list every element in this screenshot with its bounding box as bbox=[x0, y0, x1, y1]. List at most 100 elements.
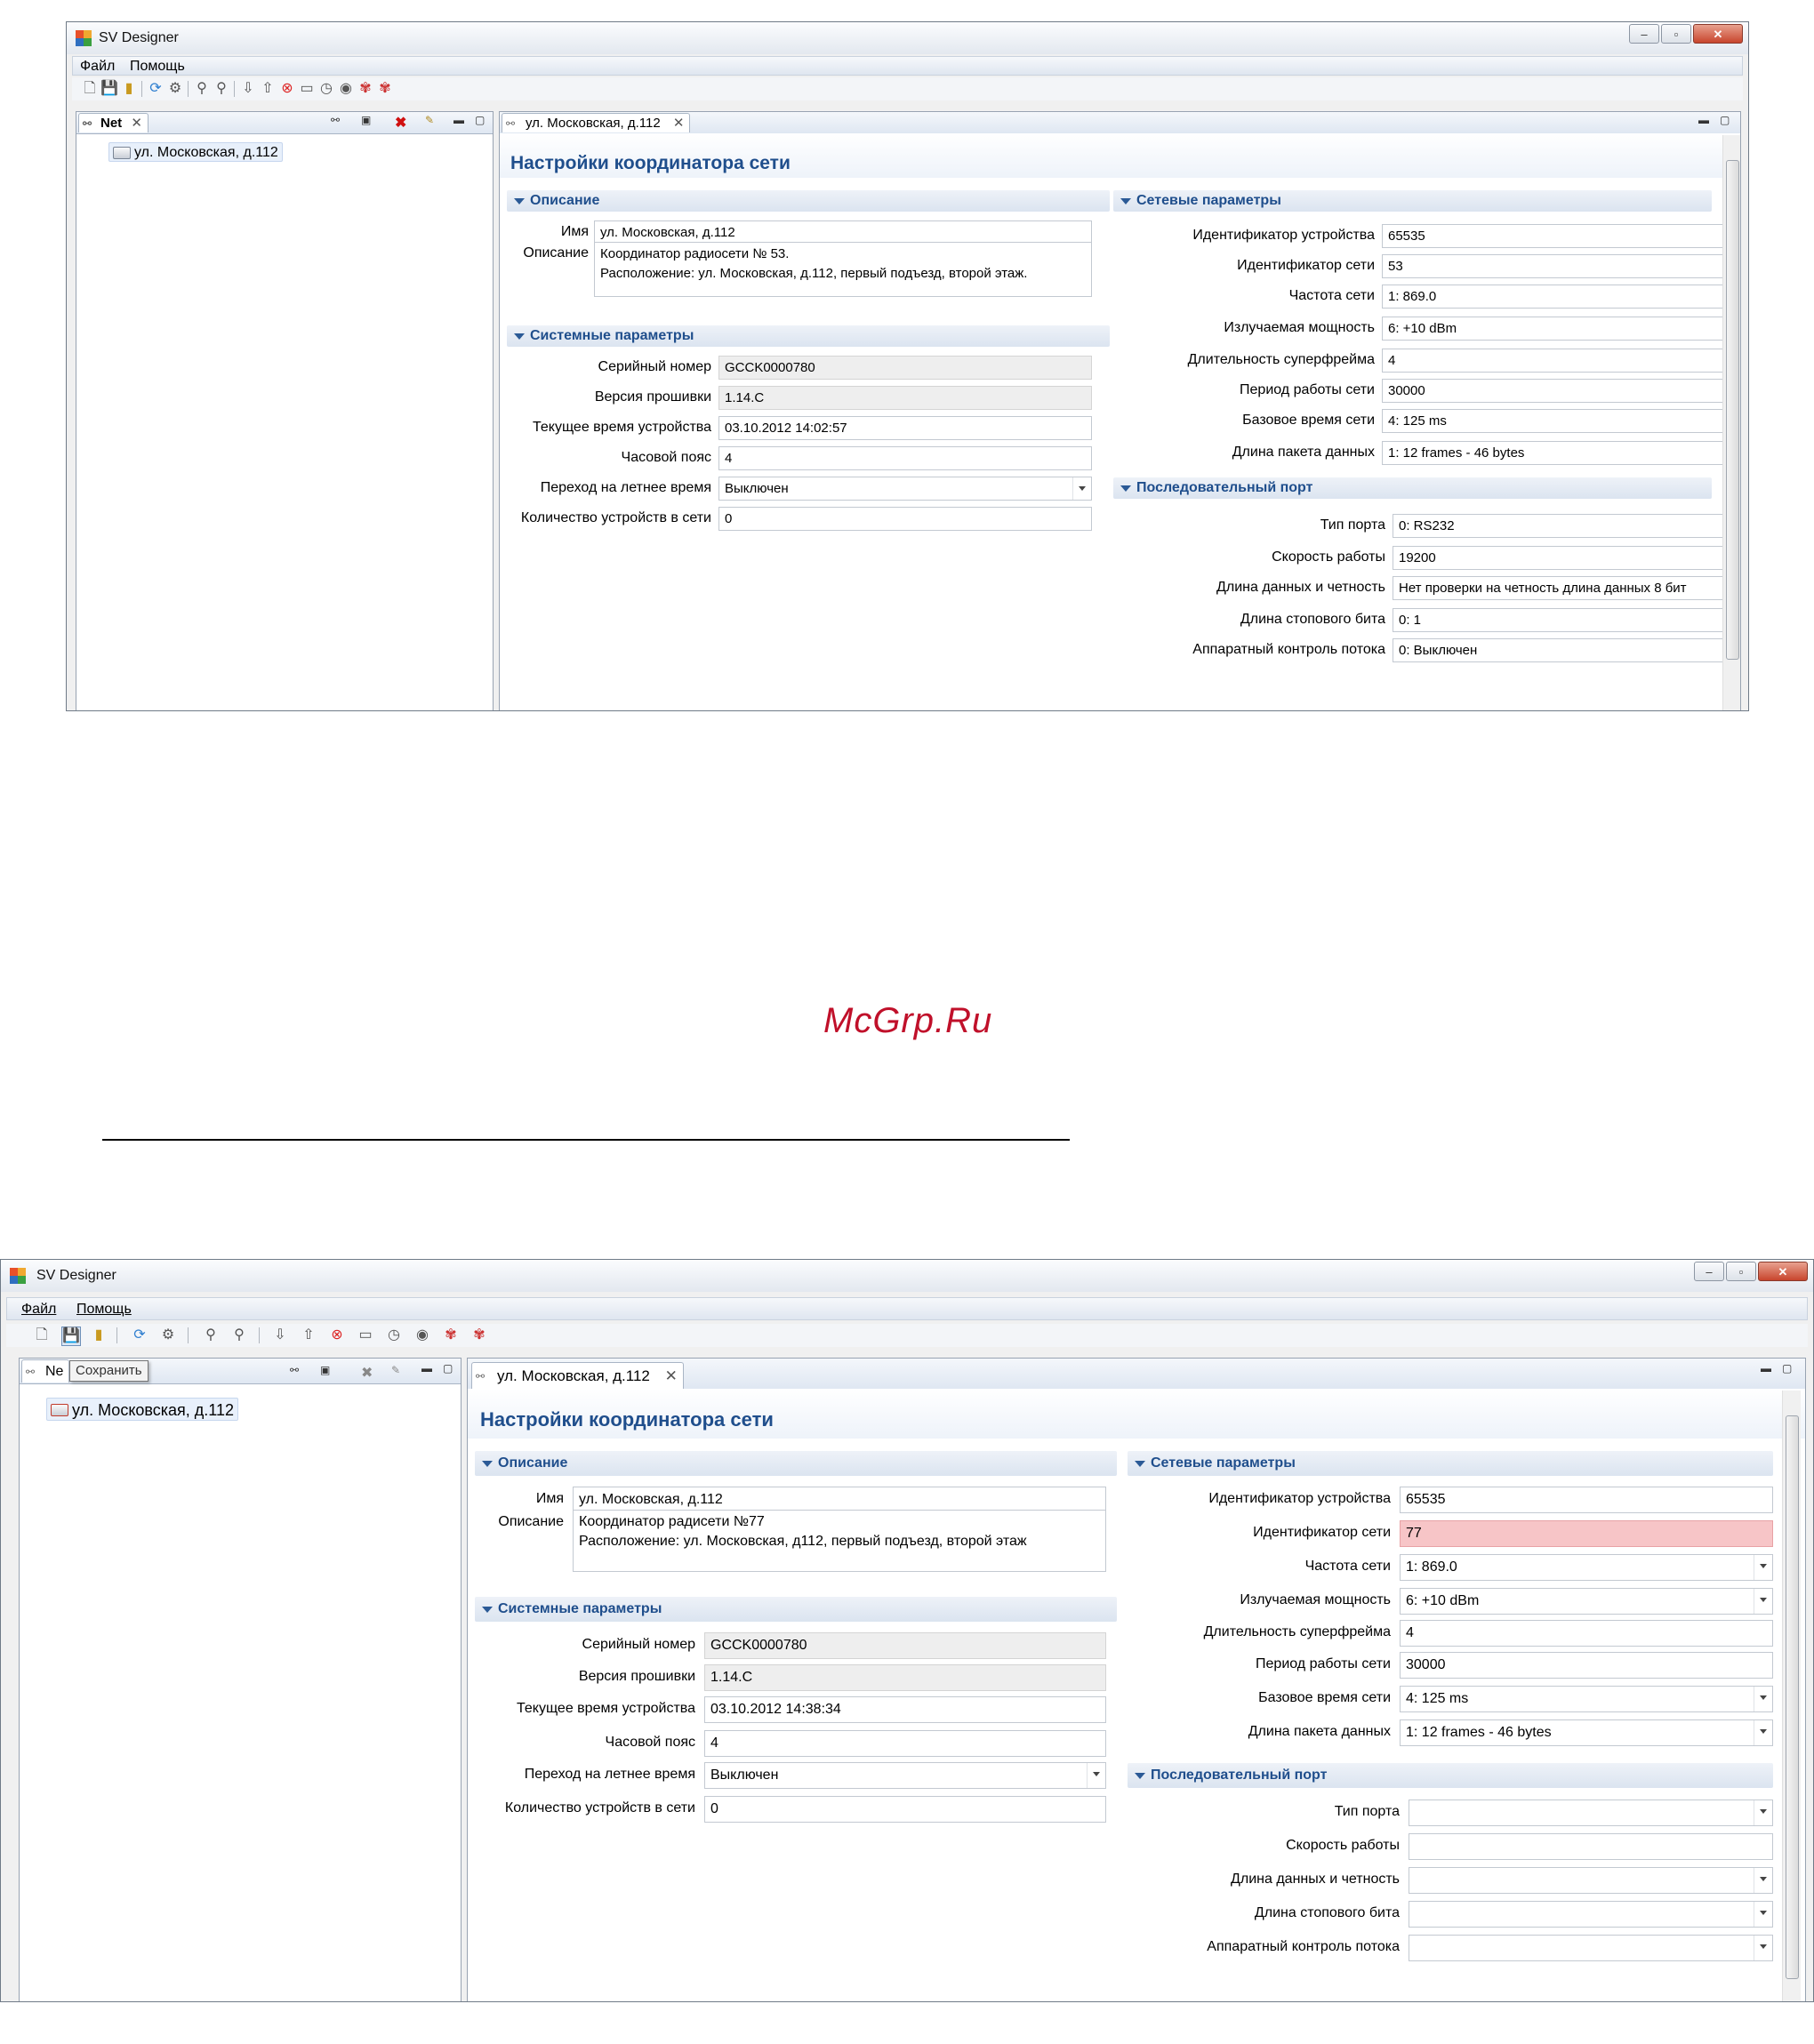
add-node-icon[interactable]: ⚯ bbox=[290, 1364, 299, 1376]
ser_rows-combo-2[interactable] bbox=[1409, 1867, 1773, 1894]
open-icon[interactable]: ▮ bbox=[120, 80, 138, 98]
net_rows-field-1[interactable]: 77 bbox=[1400, 1520, 1773, 1547]
minimize-button[interactable]: – bbox=[1694, 1262, 1724, 1281]
section-description[interactable]: Описание bbox=[507, 190, 1110, 212]
settings-icon[interactable]: ⚙ bbox=[159, 1327, 177, 1344]
time-icon[interactable]: ◷ bbox=[317, 80, 335, 98]
scroll-thumb[interactable] bbox=[1726, 160, 1739, 660]
sys_rows-field-5[interactable]: 0 bbox=[704, 1796, 1106, 1823]
ser_rows-combo-3[interactable]: 0: 1 bbox=[1393, 608, 1740, 632]
tab-close-icon[interactable]: ✕ bbox=[673, 116, 685, 131]
radio-alt-icon[interactable]: ✾ bbox=[376, 80, 394, 98]
menu-file[interactable]: Файл bbox=[21, 1302, 56, 1318]
net_rows-field-5[interactable]: 30000 bbox=[1400, 1652, 1773, 1679]
sys_rows-field-3[interactable]: 4 bbox=[718, 446, 1092, 470]
vertical-scrollbar[interactable] bbox=[1722, 135, 1740, 710]
desc_rows-field-1[interactable]: Координатор радисети №77 Расположение: у… bbox=[573, 1510, 1106, 1572]
edit-icon[interactable]: ✎ bbox=[391, 1364, 400, 1376]
read-icon[interactable]: ⚲ bbox=[193, 80, 211, 98]
ser_rows-field-1[interactable] bbox=[1409, 1833, 1773, 1860]
ser_rows-combo-0[interactable] bbox=[1409, 1800, 1773, 1826]
chevron-down-icon[interactable] bbox=[1754, 1720, 1772, 1745]
upload-icon[interactable]: ⇧ bbox=[259, 80, 277, 98]
chevron-down-icon[interactable] bbox=[1754, 1936, 1772, 1960]
sys_rows-combo-4[interactable]: Выключен bbox=[718, 477, 1092, 501]
write-icon[interactable]: ⚲ bbox=[230, 1327, 248, 1344]
net_rows-combo-2[interactable]: 1: 869.0 bbox=[1382, 285, 1740, 309]
stop-icon[interactable]: ⊗ bbox=[328, 1327, 346, 1344]
view-maximize-icon[interactable]: ▢ bbox=[1720, 114, 1730, 126]
delete-icon[interactable]: ✖ bbox=[395, 114, 406, 132]
net_rows-combo-3[interactable]: 6: +10 dBm bbox=[1382, 317, 1740, 341]
ser_rows-combo-3[interactable] bbox=[1409, 1901, 1773, 1928]
tab-net[interactable]: ⚯ Ne bbox=[21, 1359, 70, 1383]
settings-icon[interactable]: ⚙ bbox=[166, 80, 184, 98]
radio-icon[interactable]: ✾ bbox=[442, 1327, 460, 1344]
section-network[interactable]: Сетевые параметры bbox=[1128, 1451, 1773, 1476]
radio-icon[interactable]: ✾ bbox=[357, 80, 374, 98]
net_rows-combo-2[interactable]: 1: 869.0 bbox=[1400, 1554, 1773, 1581]
save-icon[interactable]: 💾 bbox=[61, 1327, 81, 1346]
chevron-down-icon[interactable] bbox=[1754, 1589, 1772, 1614]
open-icon[interactable]: ▮ bbox=[90, 1327, 108, 1344]
ser_rows-combo-4[interactable]: 0: Выключен bbox=[1393, 638, 1740, 662]
tree-item-coordinator[interactable]: ул. Московская, д.112 bbox=[46, 1398, 238, 1421]
net_rows-field-0[interactable]: 65535 bbox=[1400, 1487, 1773, 1513]
view-minimize-icon[interactable]: ▬ bbox=[454, 114, 464, 126]
refresh-icon[interactable]: ⟳ bbox=[147, 80, 165, 98]
tab-editor[interactable]: ⚯ ул. Московская, д.112 ✕ bbox=[471, 1362, 684, 1389]
tab-close-icon[interactable]: ✕ bbox=[665, 1367, 678, 1384]
view-minimize-icon[interactable]: ▬ bbox=[421, 1362, 432, 1375]
menu-help[interactable]: Помощь bbox=[76, 1302, 132, 1318]
new-file-icon[interactable]: 🗋 bbox=[81, 80, 99, 98]
view-maximize-icon[interactable]: ▢ bbox=[443, 1362, 453, 1375]
download-icon[interactable]: ⇩ bbox=[271, 1327, 289, 1344]
ser_rows-field-1[interactable]: 19200 bbox=[1393, 546, 1740, 570]
save-icon[interactable]: 💾 bbox=[100, 80, 118, 98]
close-button[interactable]: ✕ bbox=[1693, 24, 1743, 44]
download-icon[interactable]: ⇩ bbox=[239, 80, 257, 98]
chevron-down-icon[interactable] bbox=[1072, 477, 1091, 500]
net_rows-field-4[interactable]: 4 bbox=[1400, 1620, 1773, 1647]
find-icon[interactable]: ▣ bbox=[361, 114, 371, 126]
section-system[interactable]: Системные параметры bbox=[507, 325, 1110, 347]
tab-net[interactable]: ⚯ Net ✕ bbox=[78, 113, 148, 132]
edit-icon[interactable]: ✎ bbox=[425, 114, 434, 126]
clock-icon[interactable]: ▭ bbox=[357, 1327, 374, 1344]
title-bar[interactable]: SV Designer – ▫ ✕ bbox=[1, 1260, 1813, 1292]
section-network[interactable]: Сетевые параметры bbox=[1113, 190, 1712, 212]
view-minimize-icon[interactable]: ▬ bbox=[1698, 114, 1709, 126]
section-serial[interactable]: Последовательный порт bbox=[1128, 1763, 1773, 1788]
sys_rows-field-3[interactable]: 4 bbox=[704, 1730, 1106, 1757]
tab-close-icon[interactable]: ✕ bbox=[131, 116, 142, 131]
eye-icon[interactable]: ◉ bbox=[413, 1327, 431, 1344]
view-maximize-icon[interactable]: ▢ bbox=[475, 114, 485, 126]
upload-icon[interactable]: ⇧ bbox=[300, 1327, 317, 1344]
sys_rows-field-5[interactable]: 0 bbox=[718, 507, 1092, 531]
section-system[interactable]: Системные параметры bbox=[475, 1597, 1117, 1622]
net_rows-combo-7[interactable]: 1: 12 frames - 46 bytes bbox=[1382, 441, 1740, 465]
net_rows-combo-3[interactable]: 6: +10 dBm bbox=[1400, 1588, 1773, 1615]
maximize-button[interactable]: ▫ bbox=[1726, 1262, 1756, 1281]
desc_rows-field-1[interactable]: Координатор радиосети № 53. Расположение… bbox=[594, 242, 1092, 297]
time-icon[interactable]: ◷ bbox=[385, 1327, 403, 1344]
ser_rows-combo-2[interactable]: Нет проверки на четность длина данных 8 … bbox=[1393, 576, 1740, 600]
net_rows-combo-7[interactable]: 1: 12 frames - 46 bytes bbox=[1400, 1719, 1773, 1746]
tree-item-coordinator[interactable]: ул. Московская, д.112 bbox=[108, 142, 283, 162]
minimize-button[interactable]: – bbox=[1629, 24, 1659, 44]
refresh-icon[interactable]: ⟳ bbox=[131, 1327, 148, 1344]
chevron-down-icon[interactable] bbox=[1754, 1800, 1772, 1825]
ser_rows-combo-0[interactable]: 0: RS232 bbox=[1393, 514, 1740, 538]
view-minimize-icon[interactable]: ▬ bbox=[1761, 1362, 1771, 1375]
scroll-thumb[interactable] bbox=[1786, 1415, 1799, 1979]
ser_rows-combo-4[interactable] bbox=[1409, 1935, 1773, 1961]
eye-icon[interactable]: ◉ bbox=[337, 80, 355, 98]
clock-icon[interactable]: ▭ bbox=[298, 80, 316, 98]
chevron-down-icon[interactable] bbox=[1754, 1868, 1772, 1893]
stop-icon[interactable]: ⊗ bbox=[278, 80, 296, 98]
section-serial[interactable]: Последовательный порт bbox=[1113, 477, 1712, 499]
view-maximize-icon[interactable]: ▢ bbox=[1782, 1362, 1792, 1375]
add-node-icon[interactable]: ⚯ bbox=[331, 114, 340, 126]
delete-icon[interactable]: ✖ bbox=[361, 1364, 373, 1382]
chevron-down-icon[interactable] bbox=[1754, 1902, 1772, 1927]
